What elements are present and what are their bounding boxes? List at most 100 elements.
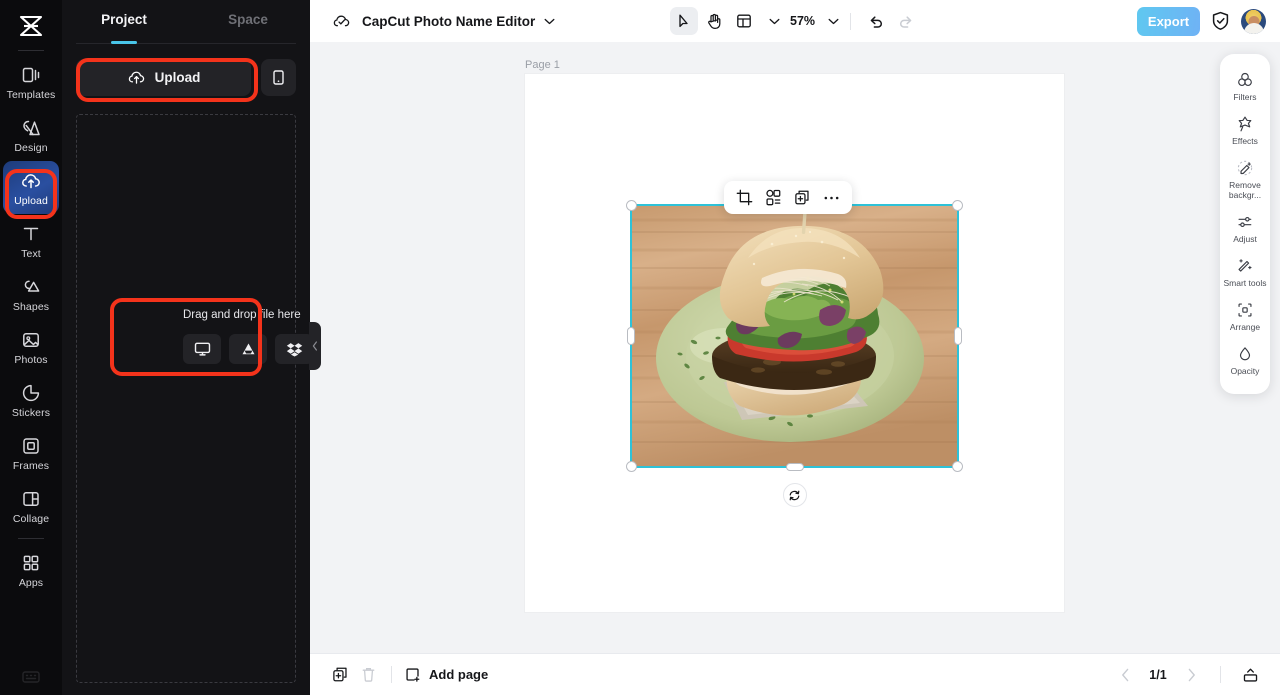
tab-project[interactable]: Project — [62, 0, 186, 40]
dock-item-opacity[interactable]: Opacity — [1220, 338, 1270, 382]
bottom-divider — [391, 666, 392, 683]
dock-item-label: Effects — [1232, 136, 1258, 146]
rotate-handle[interactable] — [782, 483, 807, 507]
duplicate-page-button[interactable] — [326, 661, 354, 689]
dropbox-icon — [286, 341, 303, 357]
panel-tabs: Project Space — [62, 0, 310, 40]
sidebar-item-design[interactable]: Design — [3, 108, 59, 161]
dock-item-remove-background[interactable]: Remove backgr... — [1220, 152, 1270, 206]
sidebar-item-text[interactable]: Text — [3, 214, 59, 267]
document-menu-chevron-down-icon[interactable] — [544, 18, 555, 25]
add-page-label: Add page — [429, 667, 489, 682]
redo-icon — [898, 14, 914, 29]
crop-icon — [736, 189, 753, 206]
collage-icon — [20, 488, 42, 510]
left-icon-rail: Templates Design Upload Text Shapes Phot… — [0, 0, 62, 695]
ellipsis-icon — [823, 195, 840, 201]
document-title: CapCut Photo Name Editor — [362, 13, 536, 29]
chevron-left-icon — [312, 341, 318, 351]
dock-item-label: Smart tools — [1223, 278, 1267, 288]
zoom-chevron-down-icon[interactable] — [828, 18, 839, 25]
crop-button[interactable] — [731, 184, 758, 211]
sidebar-item-label: Text — [21, 248, 41, 260]
cutout-shapes-icon — [765, 189, 782, 206]
upload-from-mobile-button[interactable] — [261, 59, 296, 96]
cursor-arrow-icon — [676, 13, 692, 29]
arrange-icon — [1236, 301, 1254, 319]
add-page-icon — [405, 667, 421, 683]
sidebar-item-stickers[interactable]: Stickers — [3, 373, 59, 426]
delete-page-button[interactable] — [354, 661, 382, 689]
layout-tool-button[interactable] — [730, 7, 758, 35]
selected-image[interactable] — [632, 206, 957, 466]
resize-handle-bottom[interactable] — [785, 463, 804, 471]
cutout-button[interactable] — [760, 184, 787, 211]
bottom-divider-2 — [1220, 666, 1221, 683]
resize-handle-top-left[interactable] — [626, 200, 637, 211]
sidebar-item-label: Stickers — [11, 407, 51, 419]
sidebar-item-collage[interactable]: Collage — [3, 479, 59, 532]
sidebar-item-photos[interactable]: Photos — [3, 320, 59, 373]
upload-row: Upload — [62, 44, 310, 96]
filters-icon — [1236, 71, 1254, 89]
upload-button-label: Upload — [154, 70, 201, 85]
next-page-button[interactable] — [1177, 661, 1205, 689]
hand-icon — [706, 13, 722, 30]
sidebar-item-upload[interactable]: Upload — [3, 161, 59, 214]
opacity-drop-icon — [1236, 345, 1254, 363]
layout-chevron-down-icon[interactable] — [769, 18, 780, 25]
sidebar-item-label: Design — [14, 142, 48, 154]
sidebar-item-templates[interactable]: Templates — [3, 55, 59, 108]
text-icon — [20, 223, 42, 245]
monitor-icon — [194, 341, 211, 357]
user-avatar[interactable] — [1241, 8, 1266, 34]
dock-item-adjust[interactable]: Adjust — [1220, 206, 1270, 250]
sidebar-item-label: Shapes — [12, 301, 50, 313]
redo-button[interactable] — [892, 7, 920, 35]
canvas-area[interactable]: Page 1 Filters Effects Remove backgr... … — [310, 42, 1280, 653]
resize-handle-bottom-left[interactable] — [626, 461, 637, 472]
selected-element[interactable] — [626, 200, 963, 507]
hand-tool-button[interactable] — [700, 7, 728, 35]
select-tool-button[interactable] — [670, 7, 698, 35]
cloud-saved-icon — [332, 12, 351, 31]
trash-icon — [361, 666, 376, 683]
undo-button[interactable] — [862, 7, 890, 35]
upload-dropzone[interactable] — [76, 114, 296, 683]
resize-handle-bottom-right[interactable] — [952, 461, 963, 472]
shield-check-icon[interactable] — [1211, 11, 1230, 31]
topbar-right: Export — [1137, 6, 1266, 36]
duplicate-button[interactable] — [789, 184, 816, 211]
mobile-phone-icon — [271, 69, 286, 86]
sidebar-item-apps[interactable]: Apps — [3, 543, 59, 596]
capcut-logo-icon[interactable] — [11, 8, 51, 44]
upload-from-google-drive-button[interactable] — [229, 334, 267, 364]
dock-item-filters[interactable]: Filters — [1220, 64, 1270, 108]
undo-icon — [868, 14, 884, 29]
more-options-button[interactable] — [818, 184, 845, 211]
previous-page-button[interactable] — [1111, 661, 1139, 689]
duplicate-page-icon — [332, 666, 349, 683]
dock-item-arrange[interactable]: Arrange — [1220, 294, 1270, 338]
collapse-panel-handle[interactable] — [309, 322, 321, 370]
sidebar-item-label: Frames — [12, 460, 50, 472]
add-page-button[interactable]: Add page — [405, 667, 488, 683]
resize-handle-left[interactable] — [627, 327, 635, 345]
upload-from-computer-button[interactable] — [183, 334, 221, 364]
chevron-right-icon — [1187, 668, 1196, 682]
dock-item-smart-tools[interactable]: Smart tools — [1220, 250, 1270, 294]
sidebar-item-frames[interactable]: Frames — [3, 426, 59, 479]
sidebar-item-label: Templates — [6, 89, 56, 101]
sidebar-item-shapes[interactable]: Shapes — [3, 267, 59, 320]
tab-space[interactable]: Space — [186, 0, 310, 40]
upload-button[interactable]: Upload — [76, 59, 251, 96]
resize-handle-top-right[interactable] — [952, 200, 963, 211]
expand-panel-button[interactable] — [1236, 661, 1264, 689]
drag-and-drop-area[interactable]: Drag and drop file here — [172, 298, 324, 376]
upload-from-dropbox-button[interactable] — [275, 334, 313, 364]
dock-item-effects[interactable]: Effects — [1220, 108, 1270, 152]
keyboard-shortcuts-icon[interactable] — [21, 669, 41, 685]
resize-handle-right[interactable] — [954, 327, 962, 345]
export-button[interactable]: Export — [1137, 6, 1200, 36]
dock-item-label: Arrange — [1229, 322, 1261, 332]
